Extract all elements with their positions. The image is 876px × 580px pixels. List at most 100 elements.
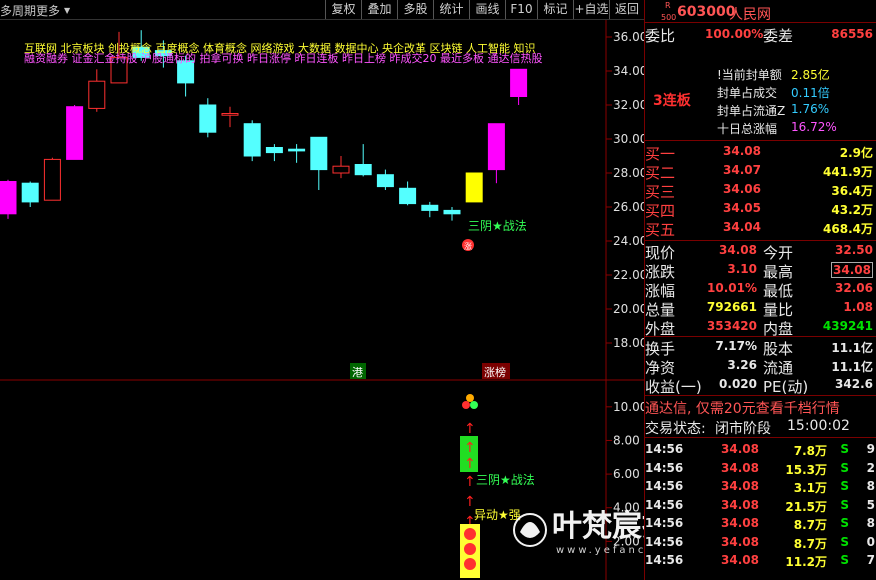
quote-row: 外盘 353420 内盘 439241 xyxy=(645,318,876,338)
price-tick-label: 18.00 xyxy=(613,336,644,350)
signal-dot-icon xyxy=(462,401,470,409)
ad-banner[interactable]: 通达信, 仅需20元查看千档行情 xyxy=(645,397,876,417)
period-selector[interactable]: 多周期 xyxy=(0,2,36,19)
candle-body xyxy=(465,172,483,203)
bid-row: 买四 34.05 43.2万 xyxy=(645,200,876,220)
seal-info-label: 封单占成交 xyxy=(717,86,778,100)
kline-chart-svg[interactable]: 36.00 34.00 32.00 30.00 28.00 26.00 24.00 22.00… xyxy=(0,20,644,580)
seal-info-row: 封单占流通Z 1.76% xyxy=(717,102,876,120)
quote-row: 涨幅 10.01% 最低 32.06 xyxy=(645,280,876,300)
quote-row: 涨跌 3.10 最高 34.08 xyxy=(645,261,876,281)
indicator-tick-label: 10.00 xyxy=(613,400,644,414)
toolbar-button[interactable]: 统计 xyxy=(433,0,469,19)
quote-label: 涨跌 xyxy=(645,263,676,281)
r-badge: R xyxy=(665,1,671,10)
bid-label: 买四 xyxy=(645,202,676,220)
tick-volume: 11.2万 xyxy=(785,555,827,569)
quote-label: 流通 xyxy=(763,359,794,377)
quote-label: 总量 xyxy=(645,301,676,319)
candle-body xyxy=(510,68,528,97)
trade-status-value: 闭市阶段 xyxy=(715,421,771,437)
quote-label: 最低 xyxy=(763,282,794,300)
quote-value: 32.50 xyxy=(835,243,873,257)
candle-body xyxy=(399,187,417,205)
quote-value: 353420 xyxy=(706,319,757,333)
price-tick-label: 24.00 xyxy=(613,234,644,248)
chart-toolbar: 多周期 更多 ▼ 复权 叠加 多股 统计 画线 F10 标记 +自选 返回 xyxy=(0,0,644,20)
toolbar-button[interactable]: F10 xyxy=(505,0,537,19)
tick-price: 34.08 xyxy=(721,460,759,475)
concept-tags-line2: 融资融券 证金汇金持股 沪股通标的 拍拿可换 昨日涨停 昨日连板 昨日上榜 昨成… xyxy=(24,51,542,65)
price-tick-label: 22.00 xyxy=(613,268,644,282)
bid-label: 买三 xyxy=(645,183,676,201)
bid-volume: 2.9亿 xyxy=(839,146,873,160)
signal-dot-icon xyxy=(466,394,474,402)
bid-price: 34.08 xyxy=(723,144,761,158)
quote-value: 34.08 xyxy=(831,262,873,278)
quote-label: 换手 xyxy=(645,340,676,358)
candle-body xyxy=(88,80,106,109)
tick-side: S xyxy=(840,460,849,475)
more-menu[interactable]: 更多 xyxy=(36,2,60,19)
price-tick-label: 32.00 xyxy=(613,98,644,112)
price-tick-label: 28.00 xyxy=(613,166,644,180)
tick-time: 14:56 xyxy=(645,497,684,512)
panel-divider xyxy=(645,140,876,141)
tick-volume: 3.1万 xyxy=(793,481,827,495)
kline-chart[interactable]: 36.00 34.00 32.00 30.00 28.00 26.00 24.00 22.00… xyxy=(0,20,644,580)
bid-volume: 468.4万 xyxy=(823,222,873,236)
price-tick-label: 34.00 xyxy=(613,64,644,78)
candle-body xyxy=(376,174,394,188)
toolbar-button[interactable]: 叠加 xyxy=(361,0,397,19)
quote-panel: R 500 603000 人民网 委比 100.00% 委差 86556 3连板… xyxy=(644,0,876,580)
chevron-down-icon[interactable]: ▼ xyxy=(64,6,70,15)
toolbar-button[interactable]: 返回 xyxy=(609,0,644,19)
tick-count: 5 xyxy=(866,497,875,512)
quote-row: 换手 7.17% 股本 11.1亿 xyxy=(645,338,876,358)
tick-row: 14:56 34.08 8.7万 S 0 xyxy=(645,533,876,551)
weicha-value: 86556 xyxy=(831,27,873,41)
panel-divider xyxy=(645,336,876,337)
tick-row: 14:56 34.08 8.7万 S 8 xyxy=(645,514,876,532)
arrow-up-icon: ↑ xyxy=(464,440,476,456)
yidong-strong-label: 异动★强 xyxy=(474,508,521,522)
seal-info-value: 2.85亿 xyxy=(791,68,830,82)
bid-volume: 43.2万 xyxy=(831,203,873,217)
sanyin-signal-label: 三阴★战法 xyxy=(468,219,527,233)
watermark-title: 叶梵宸指标公式网 xyxy=(552,509,644,544)
tick-count: 8 xyxy=(866,479,875,493)
bid-label: 买五 xyxy=(645,221,676,239)
tick-price: 34.08 xyxy=(721,497,759,512)
toolbar-button[interactable]: 标记 xyxy=(537,0,573,19)
tick-price: 34.08 xyxy=(721,553,759,567)
seal-info-value: 1.76% xyxy=(791,102,830,116)
tick-price: 34.08 xyxy=(721,479,759,493)
limit-up-marker-glyph: 涨 xyxy=(464,241,472,251)
tick-time: 14:56 xyxy=(645,460,684,475)
stock-code: 603000 xyxy=(677,4,736,20)
ad-text[interactable]: 通达信, 仅需20元查看千档行情 xyxy=(645,398,840,418)
bid-price: 34.07 xyxy=(723,163,761,177)
toolbar-button[interactable]: 复权 xyxy=(325,0,361,19)
toolbar-button[interactable]: +自选 xyxy=(573,0,609,19)
tick-side: S xyxy=(840,479,849,493)
quote-label: PE(动) xyxy=(763,378,809,396)
tick-volume: 8.7万 xyxy=(793,536,827,551)
seal-info-label: 十日总涨幅 xyxy=(717,122,778,136)
seal-info-row: !当前封单额 2.85亿 xyxy=(717,66,876,84)
signal-badge-icon xyxy=(464,528,476,540)
tick-volume: 21.5万 xyxy=(785,499,827,514)
candle-body xyxy=(21,182,39,203)
quote-label: 最高 xyxy=(763,263,794,281)
toolbar-button[interactable]: 多股 xyxy=(397,0,433,19)
candle-body xyxy=(354,164,372,176)
signal-dot-icon xyxy=(470,401,478,409)
quote-label: 今开 xyxy=(763,244,794,262)
tick-time: 14:56 xyxy=(645,442,684,456)
tick-side: S xyxy=(840,553,849,567)
toolbar-button[interactable]: 画线 xyxy=(469,0,505,19)
weibi-row: 委比 100.00% 委差 86556 xyxy=(645,24,876,45)
quote-value: 3.26 xyxy=(727,358,757,372)
stock-name: 人民网 xyxy=(729,7,771,23)
quote-row: 现价 34.08 今开 32.50 xyxy=(645,242,876,262)
